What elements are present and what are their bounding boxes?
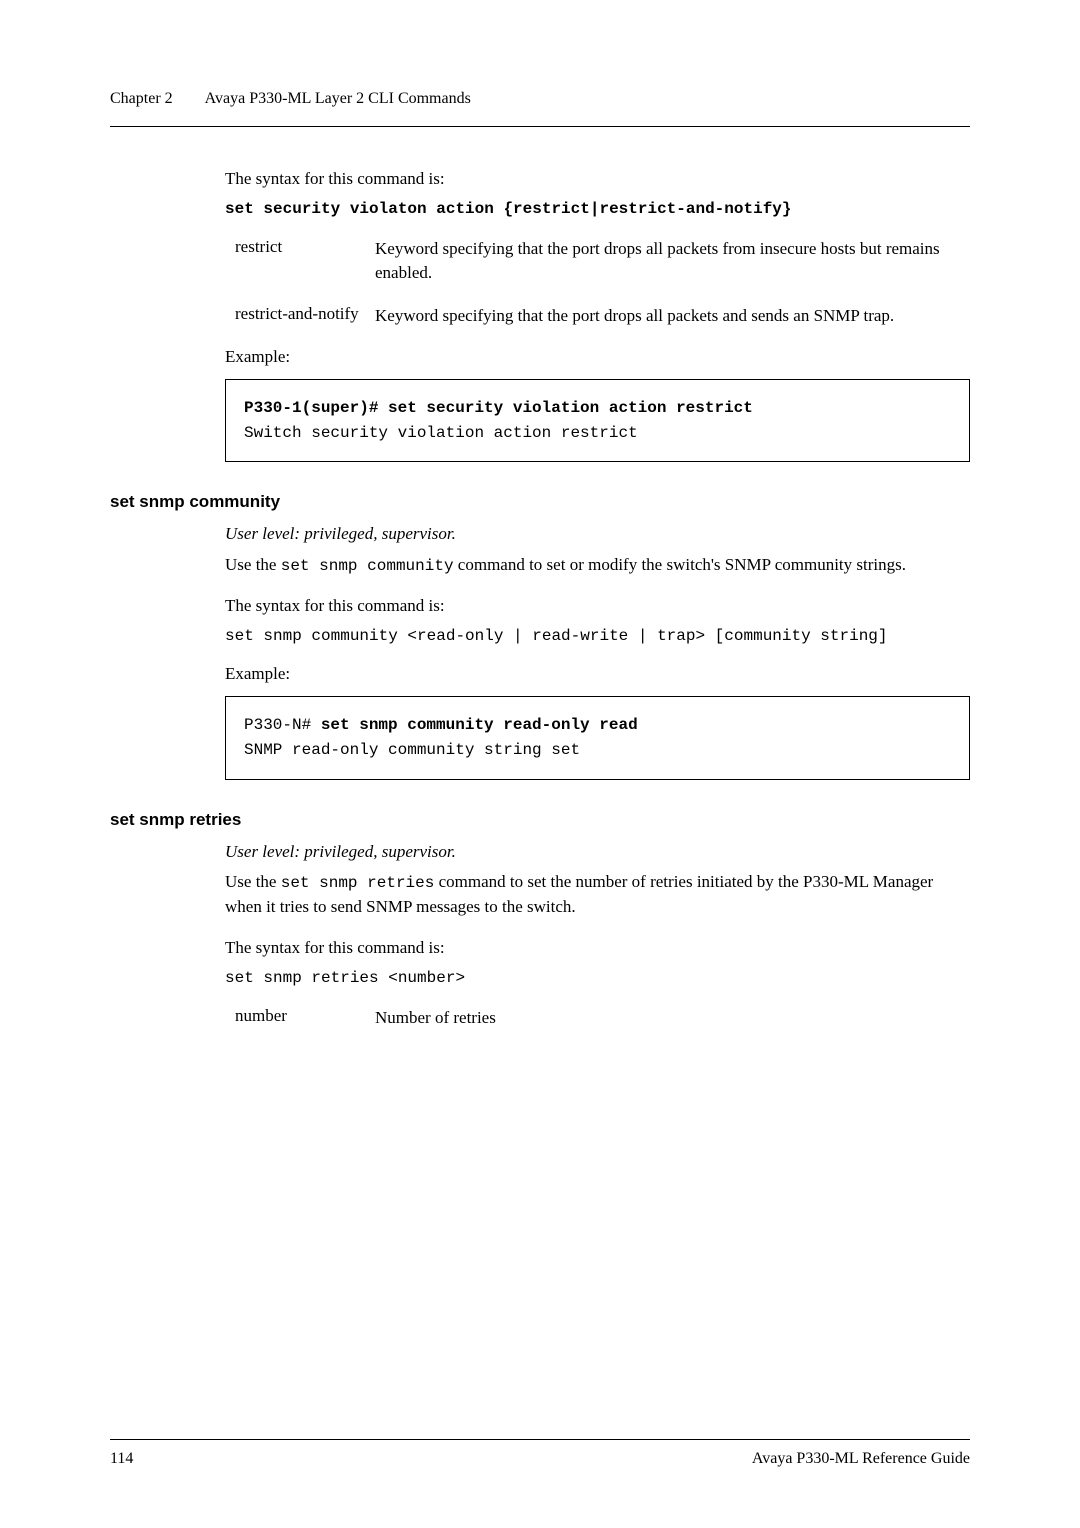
section-desc: Use the set snmp community command to se… (225, 553, 970, 578)
syntax-intro: The syntax for this command is: (225, 594, 970, 619)
code-box: P330-1(super)# set security violation ac… (225, 379, 970, 463)
footer-divider (110, 1439, 970, 1440)
param-desc: Keyword specifying that the port drops a… (375, 237, 970, 286)
desc-pre: Use the (225, 872, 281, 891)
desc-pre: Use the (225, 555, 281, 574)
user-level: User level: privileged, supervisor. (225, 840, 970, 865)
header-chapter: Chapter 2 (110, 90, 173, 107)
desc-post: command to set or modify the switch's SN… (454, 555, 906, 574)
section-heading: set snmp retries (110, 810, 970, 830)
param-table: number Number of retries (235, 1006, 970, 1031)
page-footer: 114 Avaya P330-ML Reference Guide (110, 1439, 970, 1468)
footer-row: 114 Avaya P330-ML Reference Guide (110, 1450, 970, 1468)
section-heading: set snmp community (110, 492, 970, 512)
syntax-line: set snmp community <read-only | read-wri… (225, 625, 970, 648)
param-desc: Number of retries (375, 1006, 496, 1031)
param-name: restrict-and-notify (235, 304, 375, 324)
example-label: Example: (225, 664, 970, 684)
page-header: Chapter 2 Avaya P330-ML Layer 2 CLI Comm… (110, 90, 970, 108)
code-line: Switch security violation action restric… (244, 421, 951, 446)
main-content: The syntax for this command is: set secu… (110, 167, 970, 1031)
code-bold: set snmp community read-only read (321, 716, 638, 734)
code-prompt: P330-N# (244, 716, 321, 734)
code-line: SNMP read-only community string set (244, 738, 951, 763)
code-box: P330-N# set snmp community read-only rea… (225, 696, 970, 780)
syntax-intro: The syntax for this command is: (225, 936, 970, 961)
page-number: 114 (110, 1450, 133, 1468)
syntax-line: set security violaton action {restrict|r… (225, 198, 970, 221)
param-table: restrict Keyword specifying that the por… (235, 237, 970, 329)
code-line: P330-1(super)# set security violation ac… (244, 396, 951, 421)
header-title: Avaya P330-ML Layer 2 CLI Commands (205, 90, 471, 107)
header-divider (110, 126, 970, 127)
param-name: restrict (235, 237, 375, 257)
param-row: restrict Keyword specifying that the por… (235, 237, 970, 286)
section-desc: Use the set snmp retries command to set … (225, 870, 970, 920)
user-level: User level: privileged, supervisor. (225, 522, 970, 547)
code-line: P330-N# set snmp community read-only rea… (244, 713, 951, 738)
param-name: number (235, 1006, 375, 1026)
param-row: restrict-and-notify Keyword specifying t… (235, 304, 970, 329)
syntax-intro: The syntax for this command is: (225, 167, 970, 192)
param-row: number Number of retries (235, 1006, 970, 1031)
desc-cmd: set snmp community (281, 557, 454, 575)
param-desc: Keyword specifying that the port drops a… (375, 304, 894, 329)
example-label: Example: (225, 347, 970, 367)
desc-cmd: set snmp retries (281, 874, 435, 892)
syntax-line: set snmp retries <number> (225, 967, 970, 990)
guide-name: Avaya P330-ML Reference Guide (752, 1450, 970, 1468)
